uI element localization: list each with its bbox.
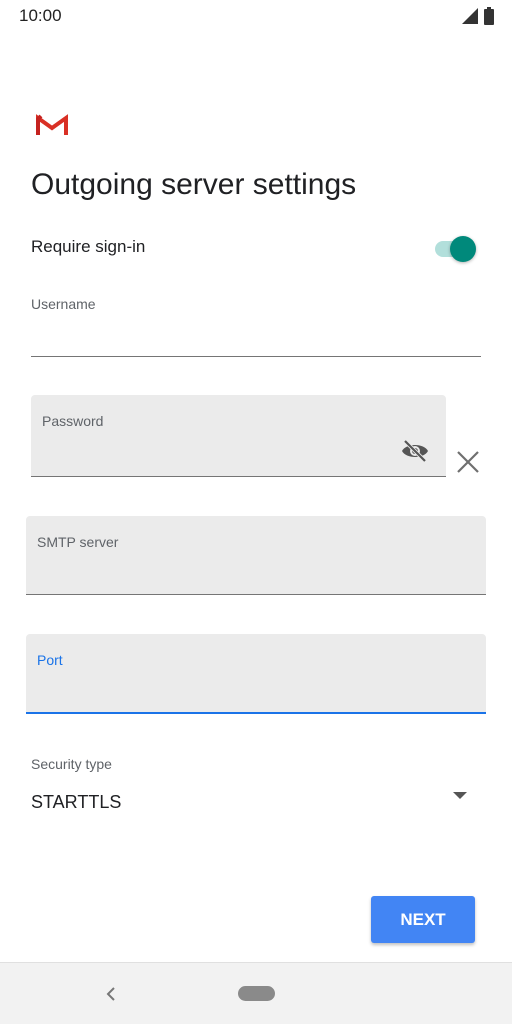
status-bar: 10:00 <box>0 0 512 34</box>
home-pill[interactable] <box>238 986 275 1001</box>
username-label: Username <box>31 296 96 312</box>
signal-icon <box>462 8 478 24</box>
close-icon[interactable] <box>455 449 481 475</box>
gmail-logo <box>36 114 68 135</box>
smtp-server-label: SMTP server <box>37 534 119 550</box>
status-icons <box>462 7 494 25</box>
status-time: 10:00 <box>19 6 62 25</box>
battery-icon <box>484 7 494 25</box>
smtp-server-field[interactable]: SMTP server <box>26 516 486 595</box>
require-signin-row[interactable]: Require sign-in <box>31 230 481 266</box>
password-label: Password <box>42 413 104 429</box>
back-icon[interactable] <box>104 985 118 1003</box>
toggle-thumb <box>450 236 476 262</box>
username-field[interactable]: Username <box>31 290 481 357</box>
dropdown-arrow-icon <box>453 792 467 799</box>
visibility-off-icon[interactable] <box>400 438 430 464</box>
page-title: Outgoing server settings <box>31 168 357 201</box>
security-type-dropdown[interactable]: STARTTLS <box>31 782 476 824</box>
port-field[interactable]: Port <box>26 634 486 714</box>
outgoing-server-settings-screen: 10:00 Outgoing server settings Require s… <box>0 0 512 1024</box>
next-button[interactable]: NEXT <box>371 896 475 943</box>
navigation-bar <box>0 962 512 1024</box>
require-signin-toggle[interactable] <box>433 233 477 263</box>
security-type-value: STARTTLS <box>31 792 122 812</box>
port-label: Port <box>37 652 63 668</box>
password-field[interactable]: Password <box>31 395 446 477</box>
require-signin-label: Require sign-in <box>31 237 146 256</box>
security-type-label: Security type <box>31 756 112 772</box>
